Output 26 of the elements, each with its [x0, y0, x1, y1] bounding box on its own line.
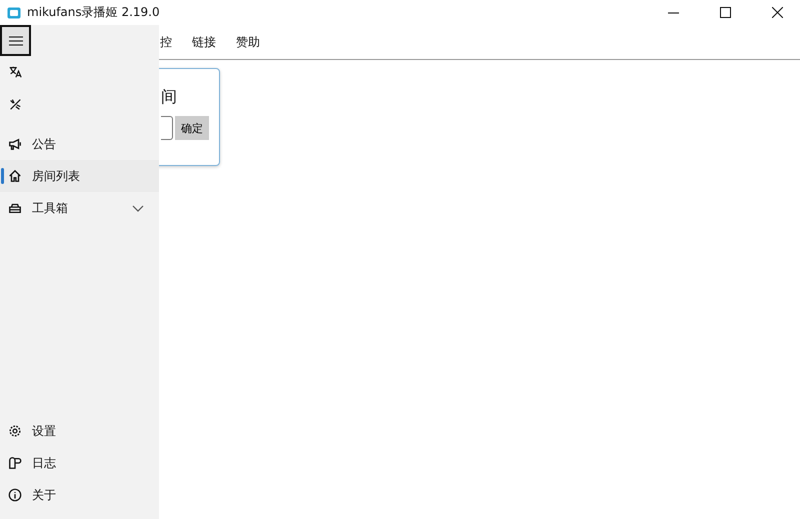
menu-tab[interactable]: 控 [160, 34, 172, 50]
menu-icon [8, 36, 22, 46]
paint-icon [8, 97, 22, 111]
close-icon [772, 7, 782, 18]
confirm-button[interactable]: 确定 [175, 116, 209, 140]
menu-tab[interactable]: 链接 [192, 34, 216, 50]
nav-item[interactable]: 工具箱 [0, 192, 159, 224]
menu-button[interactable] [0, 25, 31, 56]
input-field[interactable] [161, 116, 173, 140]
maximize-icon [720, 7, 730, 18]
translate-icon [8, 65, 22, 79]
home-icon [8, 169, 22, 183]
window-title: mikufans录播姬 2.19.0 [27, 4, 160, 21]
menu-tab[interactable]: 赞助 [236, 34, 260, 50]
nav-item[interactable]: 公告 [0, 128, 159, 160]
card-title: 间 [161, 87, 178, 108]
nav-item[interactable]: 关于 [0, 479, 159, 511]
log-icon [8, 456, 22, 470]
nav-item[interactable]: 房间列表 [0, 160, 159, 192]
nav-item[interactable]: 设置 [0, 415, 159, 447]
settings-icon [8, 424, 22, 438]
nav-item[interactable]: 日志 [0, 447, 159, 479]
app-logo-icon [7, 6, 21, 18]
megaphone-icon [8, 137, 22, 151]
toolbox-icon [8, 201, 22, 215]
info-icon [8, 488, 22, 502]
